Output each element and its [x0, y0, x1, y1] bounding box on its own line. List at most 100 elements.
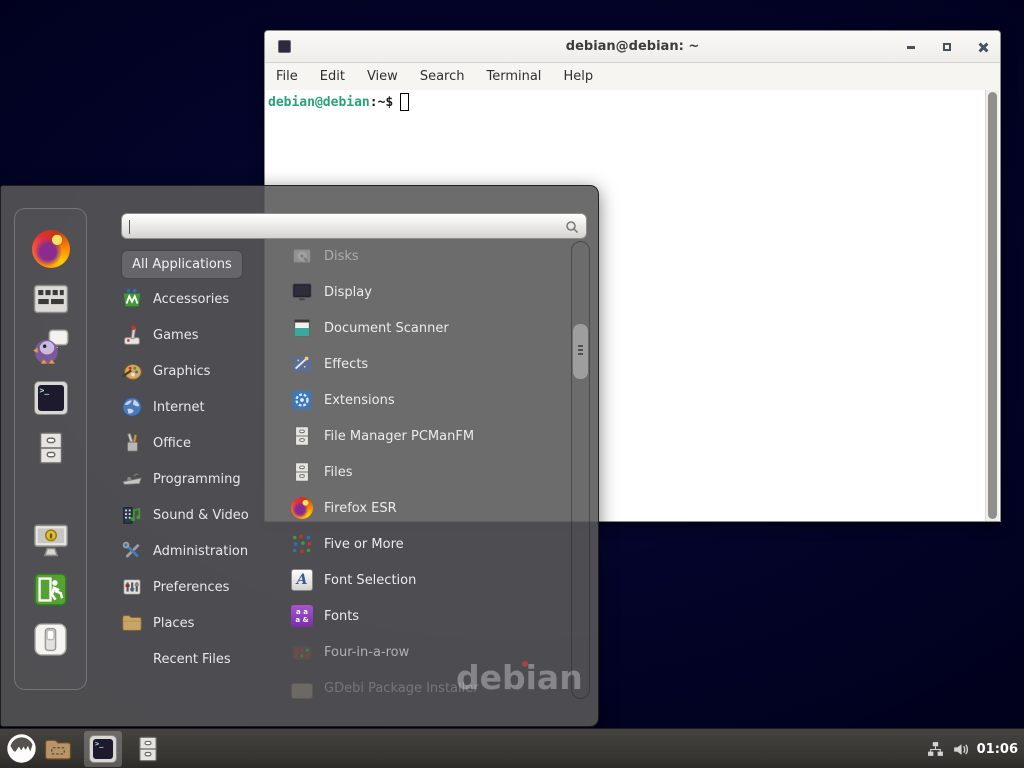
disks-icon	[291, 245, 313, 267]
category-administration[interactable]: Administration	[121, 533, 286, 569]
extensions-icon	[291, 389, 313, 411]
favorite-software-button[interactable]	[33, 284, 69, 314]
font-selection-icon: A	[291, 569, 313, 591]
fonts-icon: a aa &	[291, 605, 313, 627]
terminal-scrollbar-thumb[interactable]	[988, 92, 997, 519]
volume-icon[interactable]	[952, 741, 969, 758]
search-box	[121, 213, 587, 239]
menu-button[interactable]	[6, 733, 37, 764]
gdebi-icon	[291, 683, 313, 699]
minimize-button[interactable]	[904, 40, 918, 54]
search-input[interactable]	[130, 216, 550, 236]
terminal-task-button[interactable]: >_	[84, 731, 122, 767]
menu-edit[interactable]: Edit	[320, 69, 345, 84]
document-scanner-icon	[291, 317, 313, 339]
categories-list: Accessories Games Graphics Internet Offi…	[121, 281, 286, 677]
terminal-window-icon	[278, 40, 291, 53]
app-disks[interactable]: Disks	[291, 238, 563, 274]
programming-icon	[121, 468, 143, 490]
file-cabinet-icon	[33, 430, 69, 466]
terminal-icon: >_	[89, 735, 117, 763]
shut-down-icon	[33, 622, 68, 657]
search-icon	[564, 219, 580, 235]
category-internet[interactable]: Internet	[121, 389, 286, 425]
apps-scrollbar-track[interactable]	[571, 241, 590, 699]
terminal-scrollbar[interactable]	[985, 90, 999, 521]
app-four-in-a-row[interactable]: Four-in-a-row	[291, 634, 563, 670]
close-icon	[978, 42, 988, 52]
app-gdebi-package-installer[interactable]: GDebi Package Installer	[291, 670, 563, 706]
scrollbar-grip	[578, 353, 583, 355]
maximize-button[interactable]	[940, 40, 954, 54]
taskbar: >_ 01:06	[0, 728, 1024, 768]
places-icon	[121, 612, 143, 634]
games-icon	[121, 324, 143, 346]
apps-scrollbar-thumb[interactable]	[573, 324, 588, 379]
pidgin-icon	[32, 328, 70, 366]
category-accessories[interactable]: Accessories	[121, 281, 286, 317]
system-tray: 01:06	[927, 729, 1018, 768]
prompt-line: debian@debian:~$	[268, 93, 409, 111]
app-display[interactable]: Display	[291, 274, 563, 310]
internet-icon	[121, 396, 143, 418]
menu-file[interactable]: File	[276, 69, 298, 84]
lock-screen-icon	[32, 523, 70, 557]
desktop: debian@debian: ~ File Edit View Search T…	[0, 0, 1024, 768]
app-document-scanner[interactable]: Document Scanner	[291, 310, 563, 346]
menu-view[interactable]: View	[367, 69, 398, 84]
file-manager-launcher-button[interactable]	[134, 735, 162, 763]
category-games[interactable]: Games	[121, 317, 286, 353]
sound-video-icon	[121, 504, 143, 526]
favorite-pidgin-button[interactable]	[32, 328, 70, 366]
favorite-files-button[interactable]	[33, 430, 69, 466]
favorite-firefox-button[interactable]	[32, 230, 70, 268]
app-file-manager-pcmanfm[interactable]: File Manager PCManFM	[291, 418, 563, 454]
firefox-icon	[291, 497, 313, 519]
files-launcher-button[interactable]	[43, 734, 73, 764]
accessories-icon	[121, 288, 143, 310]
applications-list: Disks Display Document Scanner Effects E…	[291, 238, 563, 706]
scrollbar-grip	[578, 345, 583, 347]
application-menu: debian >_	[0, 185, 599, 727]
keyboard-icon	[33, 284, 69, 314]
category-recent-files[interactable]: Recent Files	[121, 641, 286, 677]
all-applications-button[interactable]: All Applications	[121, 250, 243, 279]
terminal-icon: >_	[34, 381, 68, 415]
file-cabinet-icon	[291, 425, 313, 447]
close-button[interactable]	[976, 40, 990, 54]
office-icon	[121, 432, 143, 454]
favorite-terminal-button[interactable]: >_	[34, 381, 68, 415]
category-preferences[interactable]: Preferences	[121, 569, 286, 605]
app-files[interactable]: Files	[291, 454, 563, 490]
clock[interactable]: 01:06	[977, 742, 1018, 757]
app-effects[interactable]: Effects	[291, 346, 563, 382]
category-programming[interactable]: Programming	[121, 461, 286, 497]
category-graphics[interactable]: Graphics	[121, 353, 286, 389]
terminal-cursor	[400, 93, 409, 111]
graphics-icon	[121, 360, 143, 382]
log-out-button[interactable]	[33, 572, 68, 607]
prompt-user-host: debian@debian	[268, 95, 370, 110]
lock-screen-button[interactable]	[32, 523, 70, 557]
administration-icon	[121, 540, 143, 562]
network-icon[interactable]	[927, 741, 944, 758]
terminal-titlebar[interactable]: debian@debian: ~	[265, 31, 1000, 63]
app-firefox-esr[interactable]: Firefox ESR	[291, 490, 563, 526]
menu-terminal[interactable]: Terminal	[486, 69, 541, 84]
scrollbar-grip	[578, 349, 583, 351]
app-fonts[interactable]: a aa & Fonts	[291, 598, 563, 634]
menu-search[interactable]: Search	[420, 69, 465, 84]
category-places[interactable]: Places	[121, 605, 286, 641]
shut-down-button[interactable]	[33, 622, 68, 657]
app-five-or-more[interactable]: Five or More	[291, 526, 563, 562]
menu-help[interactable]: Help	[563, 69, 593, 84]
four-in-a-row-icon	[291, 641, 313, 663]
app-extensions[interactable]: Extensions	[291, 382, 563, 418]
log-out-icon	[33, 572, 68, 607]
prompt-suffix: :~$	[370, 95, 393, 110]
terminal-menubar: File Edit View Search Terminal Help	[265, 63, 1000, 90]
category-sound-video[interactable]: Sound & Video	[121, 497, 286, 533]
app-font-selection[interactable]: A Font Selection	[291, 562, 563, 598]
maximize-icon	[943, 43, 951, 51]
category-office[interactable]: Office	[121, 425, 286, 461]
